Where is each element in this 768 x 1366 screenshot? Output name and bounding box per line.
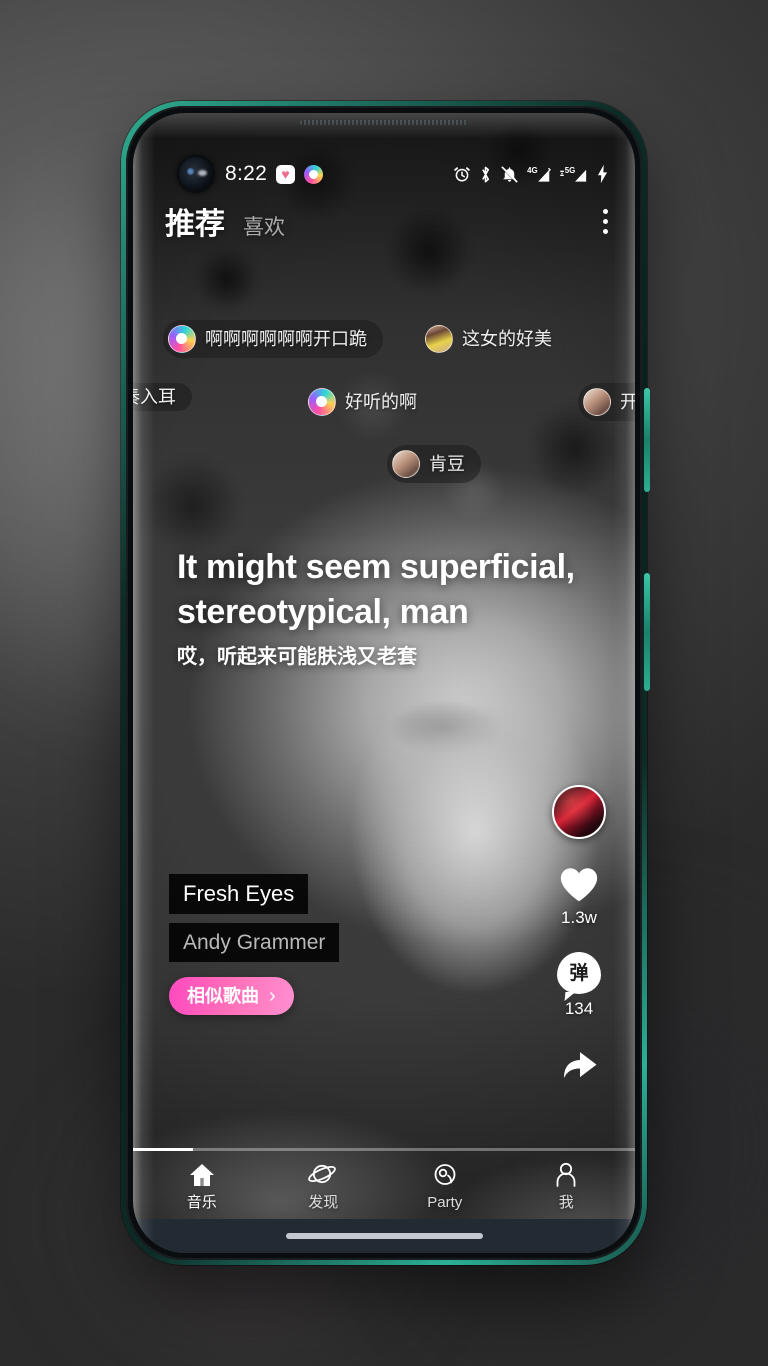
- like-action[interactable]: 1.3w: [558, 865, 600, 926]
- avatar: [425, 325, 453, 353]
- signal-5g-icon: 5G: [560, 165, 587, 182]
- similar-songs-button[interactable]: 相似歌曲 ›: [169, 977, 294, 1015]
- charging-bolt-icon: [597, 164, 608, 184]
- chevron-right-icon: ›: [269, 985, 276, 1007]
- person-icon: [553, 1160, 579, 1188]
- comment-count: 134: [564, 999, 594, 1018]
- comment-text: 啊啊啊啊啊啊开口跪: [205, 329, 367, 349]
- bottom-navigation: 音乐 发现 Party 我: [133, 1151, 635, 1219]
- action-rail: 1.3w 弹 134: [547, 785, 611, 1083]
- comment-text: 肯豆: [429, 454, 465, 474]
- nav-label-me: 我: [558, 1194, 574, 1211]
- share-action[interactable]: [557, 1043, 601, 1083]
- status-bar-left: 8:22: [225, 162, 324, 186]
- comment-text: 开口: [620, 392, 635, 412]
- svg-text:4G: 4G: [527, 165, 538, 174]
- song-artist: Andy Grammer: [169, 922, 340, 962]
- nav-label-party: Party: [427, 1194, 463, 1211]
- like-count: 1.3w: [561, 908, 597, 927]
- nav-label-discover: 发现: [308, 1194, 339, 1211]
- signal-4g-icon: 4G: [527, 165, 551, 182]
- avatar: [308, 388, 336, 416]
- front-camera: [179, 157, 213, 191]
- home-icon: [188, 1160, 216, 1188]
- comment-text: 好听的啊: [345, 392, 417, 412]
- comment-bubble[interactable]: 好听的啊: [308, 383, 433, 421]
- nav-item-me[interactable]: 我: [523, 1160, 609, 1210]
- lyric-line-cn: 哎，听起来可能肤浅又老套: [177, 645, 417, 668]
- nav-item-music[interactable]: 音乐: [159, 1160, 245, 1210]
- phone-screen: 8:22 ♥ 4G 5G 推荐 喜欢 啊啊啊啊啊啊开口跪 这女的好美 入耳 好听…: [133, 113, 635, 1253]
- volume-button[interactable]: [644, 388, 650, 492]
- heart-icon[interactable]: [558, 865, 600, 903]
- nav-label-music: 音乐: [186, 1194, 217, 1211]
- danmaku-icon[interactable]: 弹: [557, 952, 601, 994]
- status-time: 8:22: [225, 162, 268, 185]
- ringer-muted-icon: [501, 166, 518, 183]
- alarm-icon: [454, 167, 470, 182]
- song-title: Fresh Eyes: [169, 873, 309, 914]
- nav-item-party[interactable]: Party: [402, 1160, 488, 1210]
- lyrics-block: It might seem superficial, stereotypical…: [177, 545, 591, 670]
- avatar: [583, 388, 611, 416]
- music-app-icon: [304, 164, 324, 184]
- gesture-navigation-bar: [133, 1219, 635, 1253]
- phone-device: 8:22 ♥ 4G 5G 推荐 喜欢 啊啊啊啊啊啊开口跪 这女的好美 入耳 好听…: [121, 101, 650, 1265]
- nav-item-discover[interactable]: 发现: [280, 1160, 366, 1210]
- status-bar-right: 4G 5G: [453, 164, 609, 184]
- vinyl-icon: [431, 1160, 459, 1188]
- health-app-icon: [276, 164, 296, 184]
- album-cover[interactable]: [552, 785, 606, 839]
- phone-bezel: 8:22 ♥ 4G 5G 推荐 喜欢 啊啊啊啊啊啊开口跪 这女的好美 入耳 好听…: [126, 106, 642, 1260]
- share-icon[interactable]: [557, 1043, 601, 1083]
- comment-text: 这女的好美: [462, 329, 552, 349]
- comment-bubble[interactable]: 啊啊啊啊啊啊开口跪: [163, 320, 383, 358]
- earpiece-speaker: [300, 120, 468, 125]
- comment-action[interactable]: 弹 134: [557, 952, 601, 1017]
- avatar: [392, 450, 420, 478]
- comment-bubble[interactable]: 奏入耳: [133, 383, 192, 411]
- svg-text:5G: 5G: [565, 165, 576, 174]
- header-tabs: 推荐 喜欢: [165, 199, 285, 243]
- tab-liked[interactable]: 喜欢: [243, 211, 285, 241]
- danmaku-glyph: 弹: [569, 962, 589, 984]
- more-options-icon[interactable]: [603, 208, 609, 234]
- home-indicator[interactable]: [285, 1233, 483, 1239]
- similar-songs-label: 相似歌曲: [187, 986, 259, 1006]
- lyric-line-en-2: stereotypical, man: [177, 592, 469, 631]
- comment-bubble[interactable]: 这女的好美: [425, 320, 568, 358]
- comment-bubble[interactable]: 开口: [578, 383, 635, 421]
- power-button[interactable]: [644, 573, 650, 691]
- lyric-line-en-1: It might seem superficial,: [177, 548, 575, 586]
- bluetooth-icon: [482, 166, 490, 182]
- comment-bubble[interactable]: 肯豆: [387, 445, 481, 483]
- planet-icon: [308, 1160, 338, 1188]
- tab-recommend[interactable]: 推荐: [165, 199, 225, 243]
- avatar: [168, 325, 196, 353]
- comment-text: 奏入耳: [133, 387, 176, 407]
- app-header: 推荐 喜欢: [133, 197, 635, 245]
- song-info: Fresh Eyes Andy Grammer 相似歌曲 ›: [169, 873, 340, 1015]
